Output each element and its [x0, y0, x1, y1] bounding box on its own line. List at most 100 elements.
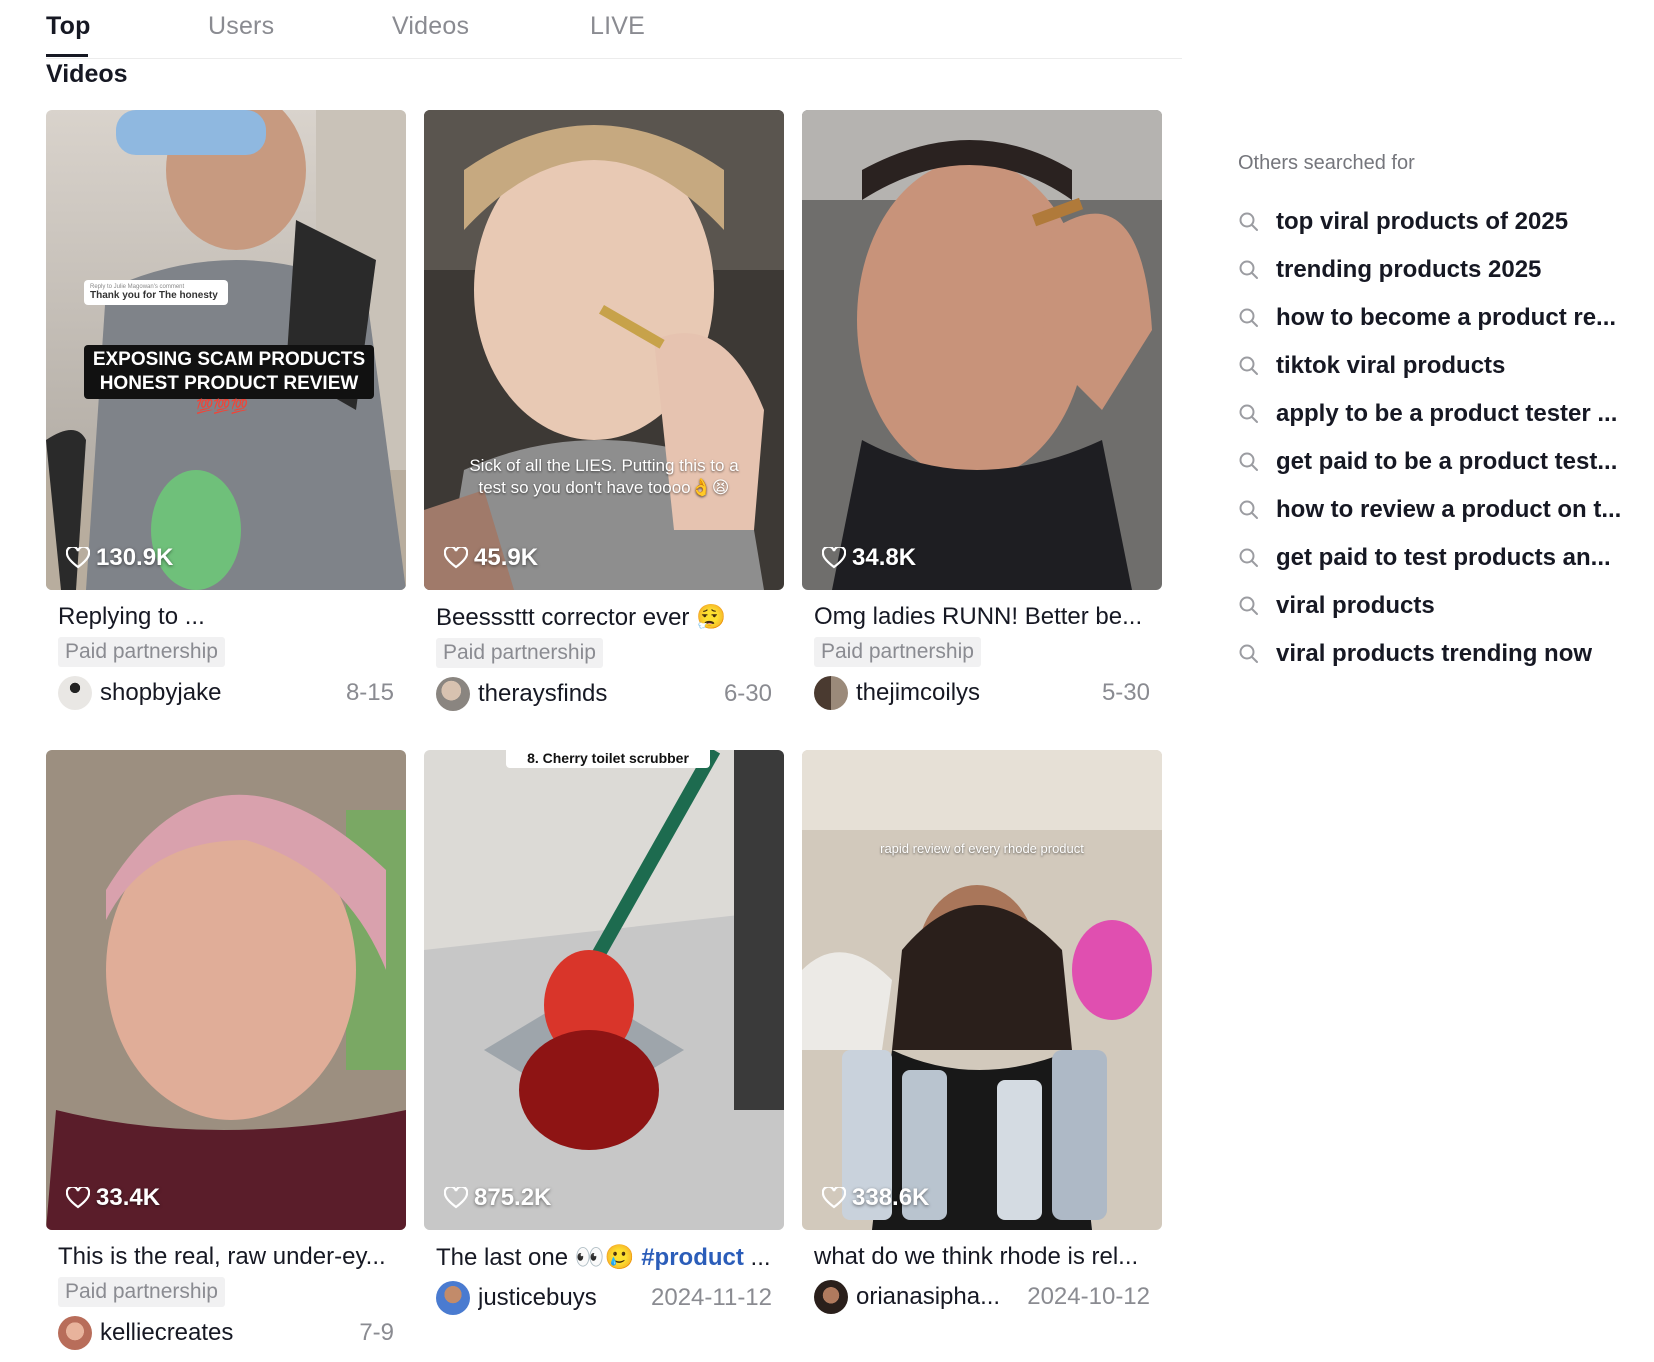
likes-value: 34.8K — [852, 544, 917, 571]
video-card[interactable]: rapid review of every rhode product 338.… — [802, 750, 1162, 1317]
video-card[interactable]: Sick of all the LIES. Putting this to a … — [424, 110, 784, 714]
likes-value: 33.4K — [96, 1184, 161, 1211]
suggested-search[interactable]: top viral products of 2025 — [1238, 202, 1638, 242]
tab-users[interactable]: Users — [208, 12, 274, 41]
heart-icon — [66, 547, 90, 569]
video-overlay-title: EXPOSING SCAM PRODUCTS HONEST PRODUCT RE… — [84, 345, 374, 399]
active-tab-indicator — [46, 54, 88, 57]
heart-icon — [822, 1187, 846, 1209]
suggested-search[interactable]: how to review a product on t... — [1238, 490, 1638, 530]
suggested-search[interactable]: viral products — [1238, 586, 1638, 626]
suggested-search-label: top viral products of 2025 — [1276, 208, 1569, 235]
post-date: 6-30 — [723, 680, 772, 707]
video-card[interactable]: 8. Cherry toilet scrubber 875.2K The las… — [424, 750, 784, 1318]
video-caption[interactable]: Replying to ... — [58, 603, 398, 631]
tab-top[interactable]: Top — [46, 12, 91, 41]
video-meta: thejimcoilys 5-30 — [814, 673, 1150, 713]
likes-value: 130.9K — [96, 544, 174, 571]
likes-count: 34.8K — [822, 544, 916, 572]
suggested-search[interactable]: get paid to be a product test... — [1238, 442, 1638, 482]
suggested-search-label: viral products trending now — [1276, 640, 1593, 667]
suggested-search-label: how to become a product re... — [1276, 304, 1617, 331]
hashtag-link[interactable]: #product — [641, 1244, 744, 1271]
post-date: 2024-10-12 — [1027, 1283, 1150, 1310]
paid-partnership-badge: Paid partnership — [436, 638, 603, 668]
likes-count: 875.2K — [444, 1184, 551, 1212]
video-thumbnail[interactable]: 33.4K — [46, 750, 406, 1230]
likes-value: 875.2K — [474, 1184, 552, 1211]
suggested-search-label: how to review a product on t... — [1276, 496, 1622, 523]
video-meta: theraysfinds 6-30 — [436, 674, 772, 714]
author-name[interactable]: justicebuys — [478, 1284, 639, 1312]
caption-ellipsis: ... — [743, 1244, 771, 1271]
search-icon — [1239, 308, 1258, 327]
video-thumbnail[interactable]: Sick of all the LIES. Putting this to a … — [424, 110, 784, 590]
avatar[interactable] — [58, 676, 92, 710]
video-overlay-text: rapid review of every rhode product — [880, 841, 1084, 856]
suggested-search-label: trending products 2025 — [1276, 256, 1542, 283]
comment-sticker-text: Thank you for The honesty — [90, 290, 218, 301]
search-icon — [1239, 404, 1258, 423]
video-thumbnail-image — [802, 750, 1162, 1230]
post-date: 8-15 — [345, 679, 394, 706]
avatar[interactable] — [814, 1280, 848, 1314]
avatar[interactable] — [436, 677, 470, 711]
likes-count: 130.9K — [66, 544, 173, 572]
video-meta: orianasipha... 2024-10-12 — [814, 1277, 1150, 1317]
video-thumbnail[interactable]: 34.8K — [802, 110, 1162, 590]
video-card[interactable]: 33.4K This is the real, raw under-ey... … — [46, 750, 406, 1353]
suggested-search[interactable]: get paid to test products an... — [1238, 538, 1638, 578]
suggested-search[interactable]: tiktok viral products — [1238, 346, 1638, 386]
likes-count: 45.9K — [444, 544, 538, 572]
video-thumbnail[interactable]: 8. Cherry toilet scrubber 875.2K — [424, 750, 784, 1230]
suggested-search[interactable]: apply to be a product tester ... — [1238, 394, 1638, 434]
author-name[interactable]: shopbyjake — [100, 679, 334, 707]
paid-partnership-badge: Paid partnership — [58, 637, 225, 667]
avatar[interactable] — [814, 676, 848, 710]
heart-icon — [822, 547, 846, 569]
author-name[interactable]: orianasipha... — [856, 1283, 1015, 1311]
video-overlay-text: Sick of all the LIES. Putting this to a … — [469, 456, 739, 497]
video-thumbnail[interactable]: rapid review of every rhode product 338.… — [802, 750, 1162, 1230]
post-date: 2024-11-12 — [651, 1284, 772, 1311]
avatar[interactable] — [58, 1316, 92, 1350]
video-caption[interactable]: The last one 👀🥲 #product ... — [436, 1243, 776, 1272]
video-meta: shopbyjake 8-15 — [58, 673, 394, 713]
tab-live[interactable]: LIVE — [590, 12, 645, 41]
author-name[interactable]: kelliecreates — [100, 1319, 347, 1347]
author-name[interactable]: theraysfinds — [478, 680, 712, 708]
video-card[interactable]: Reply to Julie Magowan's comment Thank y… — [46, 110, 406, 713]
video-card[interactable]: 34.8K Omg ladies RUNN! Better be... Paid… — [802, 110, 1162, 713]
suggested-search-label: apply to be a product tester ... — [1276, 400, 1618, 427]
post-date: 7-9 — [359, 1319, 394, 1346]
video-meta: justicebuys 2024-11-12 — [436, 1278, 772, 1318]
likes-value: 338.6K — [852, 1184, 930, 1211]
post-date: 5-30 — [1101, 679, 1150, 706]
likes-count: 338.6K — [822, 1184, 929, 1212]
video-caption[interactable]: Beesssttt corrector ever 😮‍💨 — [436, 603, 776, 632]
heart-icon — [444, 1187, 468, 1209]
suggested-search[interactable]: trending products 2025 — [1238, 250, 1638, 290]
suggested-search-label: viral products — [1276, 592, 1435, 619]
search-icon — [1239, 452, 1258, 471]
video-caption[interactable]: what do we think rhode is rel... — [814, 1243, 1154, 1271]
section-title: Videos — [46, 60, 128, 88]
suggested-search-label: tiktok viral products — [1276, 352, 1506, 379]
paid-partnership-badge: Paid partnership — [58, 1277, 225, 1307]
author-name[interactable]: thejimcoilys — [856, 679, 1090, 707]
video-caption[interactable]: Omg ladies RUNN! Better be... — [814, 603, 1154, 631]
search-icon — [1239, 356, 1258, 375]
search-icon — [1239, 500, 1258, 519]
suggested-search-label: get paid to test products an... — [1276, 544, 1611, 571]
suggested-search-label: get paid to be a product test... — [1276, 448, 1618, 475]
avatar[interactable] — [436, 1281, 470, 1315]
tab-videos[interactable]: Videos — [392, 12, 469, 41]
others-searched-title: Others searched for — [1238, 152, 1415, 174]
video-overlay-text: 8. Cherry toilet scrubber — [506, 750, 710, 768]
video-thumbnail[interactable]: Reply to Julie Magowan's comment Thank y… — [46, 110, 406, 590]
suggested-search[interactable]: how to become a product re... — [1238, 298, 1638, 338]
video-caption[interactable]: This is the real, raw under-ey... — [58, 1243, 398, 1271]
suggested-search[interactable]: viral products trending now — [1238, 634, 1638, 674]
likes-count: 33.4K — [66, 1184, 160, 1212]
video-meta: kelliecreates 7-9 — [58, 1313, 394, 1353]
